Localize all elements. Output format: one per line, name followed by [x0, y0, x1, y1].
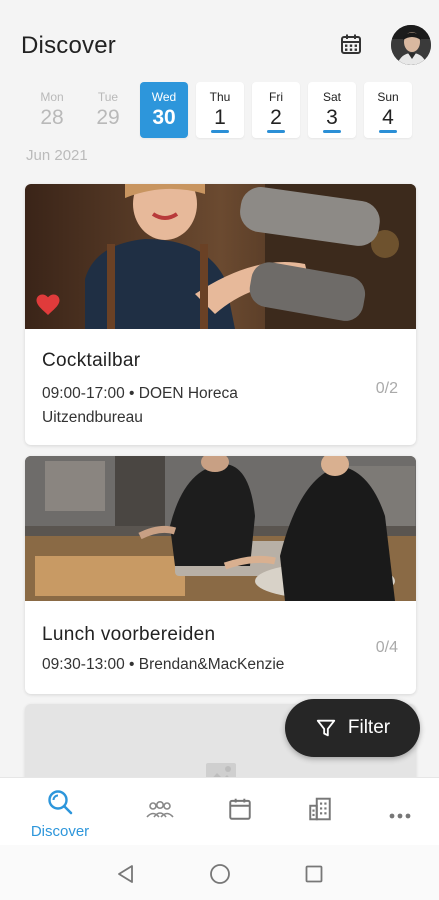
filter-label: Filter	[347, 717, 391, 738]
page-title: Discover	[21, 32, 116, 59]
shift-card[interactable]: Lunch voorbereiden 09:30-13:00 • Brendan…	[25, 456, 416, 694]
card-meta: 09:00-17:00 • DOEN Horeca Uitzendbureau	[42, 385, 238, 426]
day-number: 28	[40, 106, 64, 129]
day-name: Mon	[40, 90, 64, 104]
card-title: Cocktailbar	[42, 350, 141, 371]
date-tue[interactable]: Tue 29	[84, 82, 132, 138]
nav-more[interactable]	[370, 806, 430, 824]
bottom-navigation: Discover	[0, 777, 439, 845]
heart-icon[interactable]	[36, 294, 60, 316]
date-mon[interactable]: Mon 28	[28, 82, 76, 138]
calendar-icon	[229, 798, 251, 820]
system-navigation-bar	[0, 845, 439, 900]
avatar[interactable]	[391, 25, 431, 65]
calendar-button[interactable]	[337, 30, 365, 58]
nav-people[interactable]	[130, 800, 190, 825]
date-sat[interactable]: Sat 3	[308, 82, 356, 138]
nav-company[interactable]	[290, 796, 350, 827]
recents-icon[interactable]	[304, 864, 324, 884]
card-count: 0/2	[375, 380, 398, 397]
day-name: Tue	[97, 90, 119, 104]
day-number: 2	[270, 106, 282, 129]
date-wed[interactable]: Wed 30	[140, 82, 188, 138]
search-icon	[48, 790, 73, 815]
more-icon	[389, 813, 411, 819]
kitchen-photo	[25, 456, 416, 601]
filter-icon	[316, 719, 336, 737]
availability-indicator	[267, 130, 285, 133]
availability-indicator	[379, 130, 397, 133]
app-header: Discover	[0, 0, 439, 88]
day-number: 29	[96, 106, 120, 129]
people-icon	[146, 800, 174, 818]
day-name: Sun	[377, 90, 399, 104]
bartender-photo	[25, 184, 416, 329]
back-icon[interactable]	[116, 864, 136, 884]
calendar-icon	[341, 34, 361, 54]
date-selector: Mon 28 Tue 29 Wed 30 Thu 1 Fri 2 Sat 3 S…	[28, 82, 412, 138]
day-number: 3	[326, 106, 338, 129]
day-number: 4	[382, 106, 394, 129]
nav-discover[interactable]: Discover	[30, 788, 90, 840]
day-name: Fri	[269, 90, 283, 104]
availability-indicator	[211, 130, 229, 133]
day-name: Thu	[209, 90, 231, 104]
day-number: 1	[214, 106, 226, 129]
nav-calendar[interactable]	[210, 796, 270, 827]
card-title: Lunch voorbereiden	[42, 624, 216, 645]
date-fri[interactable]: Fri 2	[252, 82, 300, 138]
month-label: Jun 2021	[26, 147, 88, 164]
day-number: 30	[152, 106, 176, 129]
user-avatar-image	[391, 25, 431, 65]
date-sun[interactable]: Sun 4	[364, 82, 412, 138]
card-count: 0/4	[375, 639, 398, 656]
date-thu[interactable]: Thu 1	[196, 82, 244, 138]
nav-label-discover: Discover	[30, 823, 90, 840]
availability-indicator	[323, 130, 341, 133]
day-name: Sat	[322, 90, 341, 104]
filter-button[interactable]: Filter	[285, 699, 420, 757]
shift-card[interactable]: Cocktailbar 09:00-17:00 • DOEN Horeca Ui…	[25, 184, 416, 445]
card-meta: 09:30-13:00 • Brendan&MacKenzie	[42, 656, 285, 673]
day-name: Wed	[151, 90, 177, 104]
building-icon	[309, 797, 331, 821]
home-icon[interactable]	[209, 863, 231, 885]
